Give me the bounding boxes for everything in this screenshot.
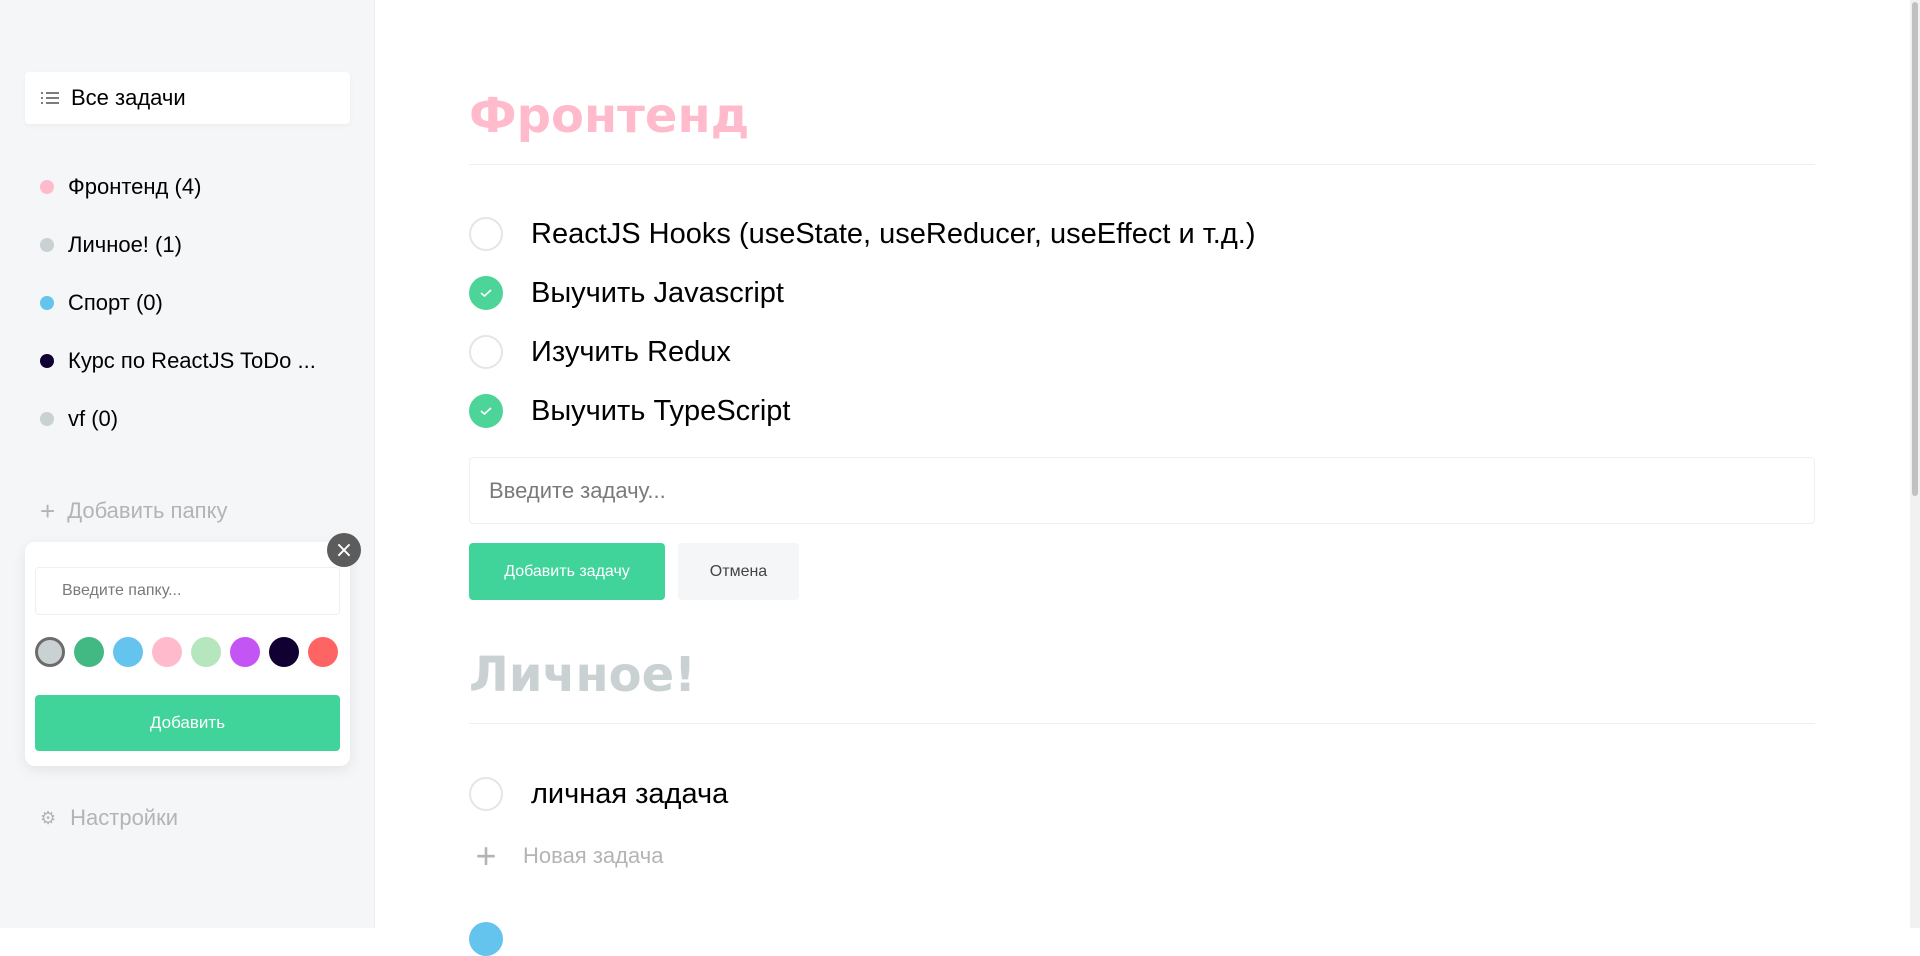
folder-name-input[interactable] xyxy=(35,567,340,615)
add-folder-label: Добавить папку xyxy=(67,498,228,523)
task-checkbox[interactable] xyxy=(469,777,503,811)
folder-label: Курс по ReactJS ToDo ... xyxy=(68,348,316,373)
task-checkbox[interactable] xyxy=(469,335,503,369)
add-folder-submit-button[interactable]: Добавить xyxy=(35,695,340,751)
main-content: Фронтенд ReactJS Hooks (useState, useRed… xyxy=(469,0,1815,956)
add-folder-popup: × Добавить xyxy=(25,533,361,766)
folder-label: Личное! (1) xyxy=(68,232,182,257)
sidebar-item-folder[interactable]: Личное! (1) xyxy=(40,216,340,274)
sidebar: Все задачи Фронтенд (4) Личное! (1) Спор… xyxy=(0,0,375,928)
gear-icon: ⚙ xyxy=(40,807,57,829)
list-title[interactable]: Фронтенд xyxy=(469,88,749,144)
task-item: Изучить Redux xyxy=(469,335,731,369)
folder-color-dot xyxy=(40,238,54,252)
color-swatch-pink[interactable] xyxy=(152,637,182,667)
divider xyxy=(469,723,1815,724)
settings-label: Настройки xyxy=(70,805,179,830)
folder-color-dot xyxy=(40,354,54,368)
task-checkbox[interactable] xyxy=(469,394,503,428)
color-swatch-purple[interactable] xyxy=(230,637,260,667)
task-text: Изучить Redux xyxy=(531,335,731,368)
folder-list: Фронтенд (4) Личное! (1) Спорт (0) Курс … xyxy=(40,158,340,448)
scrollbar[interactable] xyxy=(1910,0,1920,928)
folder-color-dot xyxy=(40,296,54,310)
task-checkbox[interactable] xyxy=(469,922,503,956)
color-swatch-blue[interactable] xyxy=(113,637,143,667)
sidebar-item-folder[interactable]: vf (0) xyxy=(40,390,340,448)
settings-button[interactable]: ⚙ Настройки xyxy=(40,805,178,831)
task-text: личная задача xyxy=(531,777,729,810)
task-item: Выучить Javascript xyxy=(469,276,784,310)
task-checkbox[interactable] xyxy=(469,217,503,251)
plus-icon: + xyxy=(40,496,56,526)
color-swatch-green[interactable] xyxy=(74,637,104,667)
folder-color-dot xyxy=(40,412,54,426)
task-text: Выучить TypeScript xyxy=(531,394,791,427)
task-item: личная задача xyxy=(469,777,728,811)
close-icon[interactable]: × xyxy=(327,533,361,567)
color-swatch-light-green[interactable] xyxy=(191,637,221,667)
check-icon xyxy=(480,289,492,297)
list-title[interactable]: Личное! xyxy=(469,647,696,703)
folder-label: Спорт (0) xyxy=(68,290,163,315)
plus-icon: + xyxy=(475,835,497,876)
task-item: Выучить TypeScript xyxy=(469,394,790,428)
task-text: ReactJS Hooks (useState, useReducer, use… xyxy=(531,217,1256,250)
sidebar-item-label: Все задачи xyxy=(71,85,186,110)
check-icon xyxy=(480,407,492,415)
divider xyxy=(469,164,1815,165)
list-icon xyxy=(41,92,59,104)
add-folder-button[interactable]: + Добавить папку xyxy=(40,492,227,530)
task-input[interactable] xyxy=(469,457,1815,524)
color-swatch-gray[interactable] xyxy=(35,637,65,667)
task-item: ReactJS Hooks (useState, useReducer, use… xyxy=(469,217,1256,251)
new-task-button[interactable]: + Новая задача xyxy=(469,838,663,874)
folder-color-dot xyxy=(40,180,54,194)
cancel-button[interactable]: Отмена xyxy=(678,543,799,600)
scrollbar-thumb[interactable] xyxy=(1912,2,1918,496)
sidebar-item-all-tasks[interactable]: Все задачи xyxy=(25,72,350,124)
new-task-label: Новая задача xyxy=(523,843,664,868)
color-picker xyxy=(35,637,347,667)
sidebar-item-folder[interactable]: Спорт (0) xyxy=(40,274,340,332)
sidebar-item-folder[interactable]: Курс по ReactJS ToDo ... xyxy=(40,332,340,390)
color-swatch-red[interactable] xyxy=(308,637,338,667)
task-checkbox[interactable] xyxy=(469,276,503,310)
add-task-button[interactable]: Добавить задачу xyxy=(469,543,665,600)
color-swatch-black[interactable] xyxy=(269,637,299,667)
folder-label: vf (0) xyxy=(68,406,119,431)
task-text: Выучить Javascript xyxy=(531,276,784,309)
folder-label: Фронтенд (4) xyxy=(68,174,202,199)
sidebar-item-folder[interactable]: Фронтенд (4) xyxy=(40,158,340,216)
